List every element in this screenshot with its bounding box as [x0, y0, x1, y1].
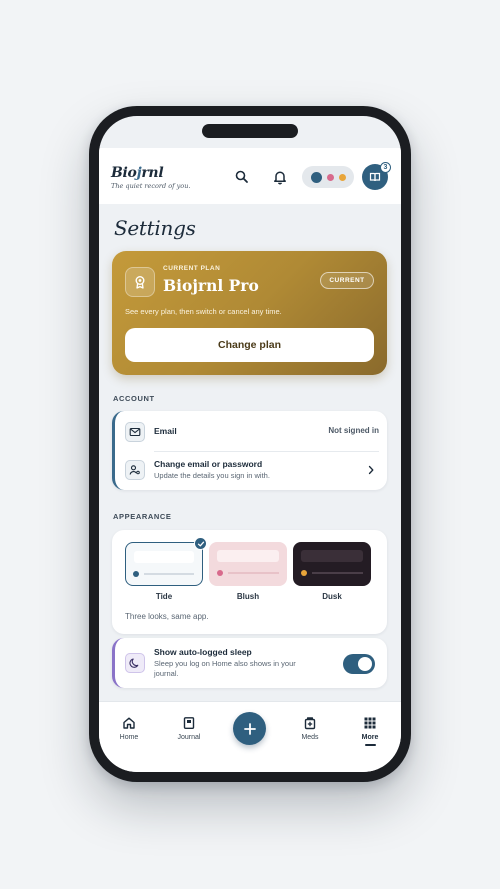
grid-icon [364, 717, 376, 729]
sleep-toggle-label: Show auto-logged sleep [154, 647, 252, 657]
plan-name: Biojrnl Pro [163, 276, 259, 295]
app-name: Biojrnl [111, 165, 164, 181]
book-icon [183, 717, 195, 729]
user-key-icon [129, 465, 140, 475]
theme-preview-dot [217, 570, 223, 576]
sleep-toggle-switch[interactable] [343, 654, 375, 674]
mail-icon [129, 427, 141, 437]
theme-preview-dot [301, 570, 307, 576]
page-title: Settings [114, 216, 196, 240]
change-credentials-row-icon [125, 460, 145, 480]
nav-meds[interactable]: Meds [290, 716, 330, 741]
theme-dot-dusk [338, 173, 346, 181]
theme-preview-line [144, 573, 194, 575]
plus-icon [243, 722, 256, 735]
email-row[interactable]: Email Not signed in [115, 411, 387, 451]
meds-icon [304, 717, 316, 730]
theme-preview-bar [217, 550, 279, 562]
plan-card: CURRENT PLAN Biojrnl Pro CURRENT See eve… [112, 251, 387, 375]
current-plan-badge: CURRENT [320, 272, 374, 289]
nav-journal[interactable]: Journal [169, 716, 209, 741]
account-card: Email Not signed in Change email or pass… [112, 411, 387, 490]
phone-screen: Biojrnl The quiet record of you. 3 Setti… [99, 116, 401, 772]
app-logo[interactable]: Biojrnl The quiet record of you. [111, 165, 190, 190]
theme-preview-line [312, 572, 363, 574]
add-entry-button[interactable] [233, 712, 266, 745]
moon-icon [129, 658, 139, 668]
change-credentials-subtitle: Update the details you sign in with. [154, 471, 270, 480]
theme-preview-bar [134, 551, 194, 563]
app-tagline: The quiet record of you. [111, 182, 191, 190]
sleep-row-icon [125, 653, 145, 673]
change-credentials-label: Change email or password [154, 459, 263, 469]
search-button[interactable] [234, 169, 250, 185]
email-label: Email [154, 426, 177, 436]
change-plan-button[interactable]: Change plan [125, 328, 374, 362]
selected-check-badge [194, 537, 207, 550]
theme-option-tide[interactable] [125, 542, 203, 586]
theme-option-dusk[interactable] [293, 542, 371, 586]
theme-option-blush[interactable] [209, 542, 287, 586]
theme-label-blush: Blush [236, 592, 260, 601]
toggle-knob [358, 657, 372, 671]
nav-journal-label: Journal [177, 734, 201, 741]
plan-badge [125, 267, 155, 297]
theme-switcher[interactable] [302, 166, 354, 188]
theme-dot-blush [326, 173, 334, 181]
journal-badge: 3 [380, 162, 391, 173]
account-section-label: ACCOUNT [113, 394, 155, 403]
sleep-card: Show auto-logged sleep Sleep you log on … [112, 638, 387, 688]
theme-preview-dot [133, 571, 139, 577]
sleep-toggle-subtitle: Sleep you log on Home also shows in your… [154, 659, 296, 678]
phone-frame: Biojrnl The quiet record of you. 3 Setti… [89, 106, 411, 782]
appearance-caption: Three looks, same app. [125, 612, 209, 621]
email-row-icon [125, 422, 145, 442]
appearance-section-label: APPEARANCE [113, 512, 172, 521]
nav-home[interactable]: Home [109, 716, 149, 741]
nav-more[interactable]: More [350, 716, 390, 746]
chevron-right-icon [368, 465, 374, 475]
home-icon [123, 717, 135, 729]
search-icon [235, 170, 248, 183]
nav-home-label: Home [119, 734, 139, 741]
appearance-card: Tide Blush Dusk Three looks, same app. [112, 530, 387, 634]
bottom-navigation: Home Journal Meds More [99, 701, 401, 772]
book-icon [369, 172, 381, 182]
notifications-button[interactable] [272, 169, 288, 185]
award-icon [135, 276, 145, 289]
bell-icon [274, 171, 286, 185]
change-email-password-row[interactable]: Change email or password Update the deta… [115, 452, 387, 490]
active-tab-indicator [364, 744, 376, 746]
plan-eyebrow: CURRENT PLAN [163, 265, 221, 272]
theme-label-dusk: Dusk [322, 592, 342, 601]
plan-description: See every plan, then switch or cancel an… [125, 307, 282, 316]
nav-meds-label: Meds [301, 734, 319, 741]
theme-preview-bar [301, 550, 363, 562]
theme-preview-line [228, 572, 279, 574]
theme-label-tide: Tide [155, 592, 173, 601]
email-value: Not signed in [328, 426, 379, 435]
dynamic-island [202, 124, 298, 138]
nav-more-label: More [361, 734, 379, 741]
theme-dot-tide [310, 171, 322, 183]
check-icon [197, 541, 204, 546]
app-header: Biojrnl The quiet record of you. 3 [99, 148, 401, 204]
